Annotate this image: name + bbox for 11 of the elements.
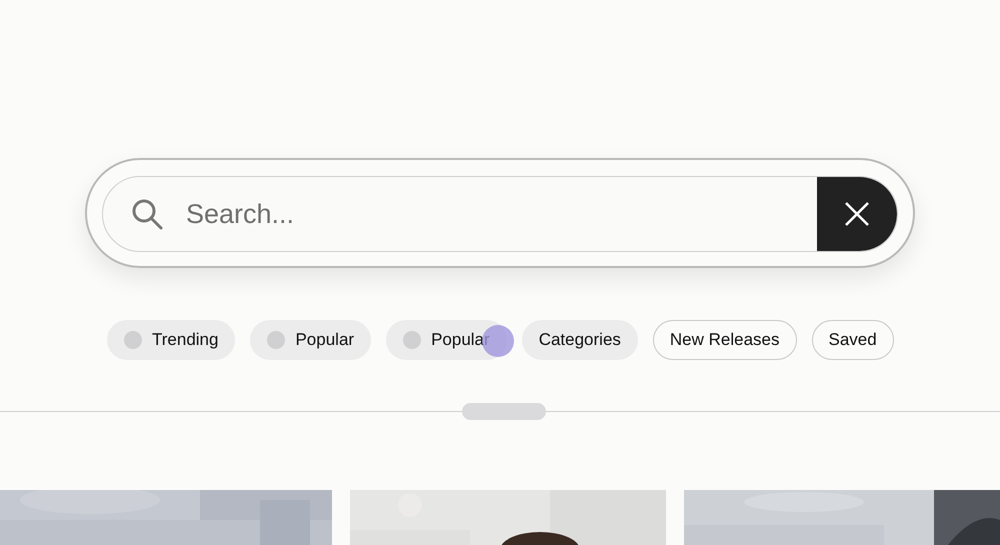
close-icon [844, 201, 870, 227]
drag-handle[interactable] [462, 403, 546, 420]
filter-chip[interactable]: Categories [522, 320, 638, 360]
search-icon [130, 197, 164, 231]
filter-chip[interactable]: Popular [250, 320, 372, 360]
search-input[interactable]: Search... [164, 177, 817, 251]
filter-chip[interactable]: New Releases [652, 320, 797, 360]
clear-button[interactable] [817, 177, 897, 251]
filter-chip[interactable]: Saved [812, 320, 894, 360]
search-field[interactable]: Search... [102, 176, 898, 252]
filter-chip[interactable]: Trending [107, 320, 236, 360]
